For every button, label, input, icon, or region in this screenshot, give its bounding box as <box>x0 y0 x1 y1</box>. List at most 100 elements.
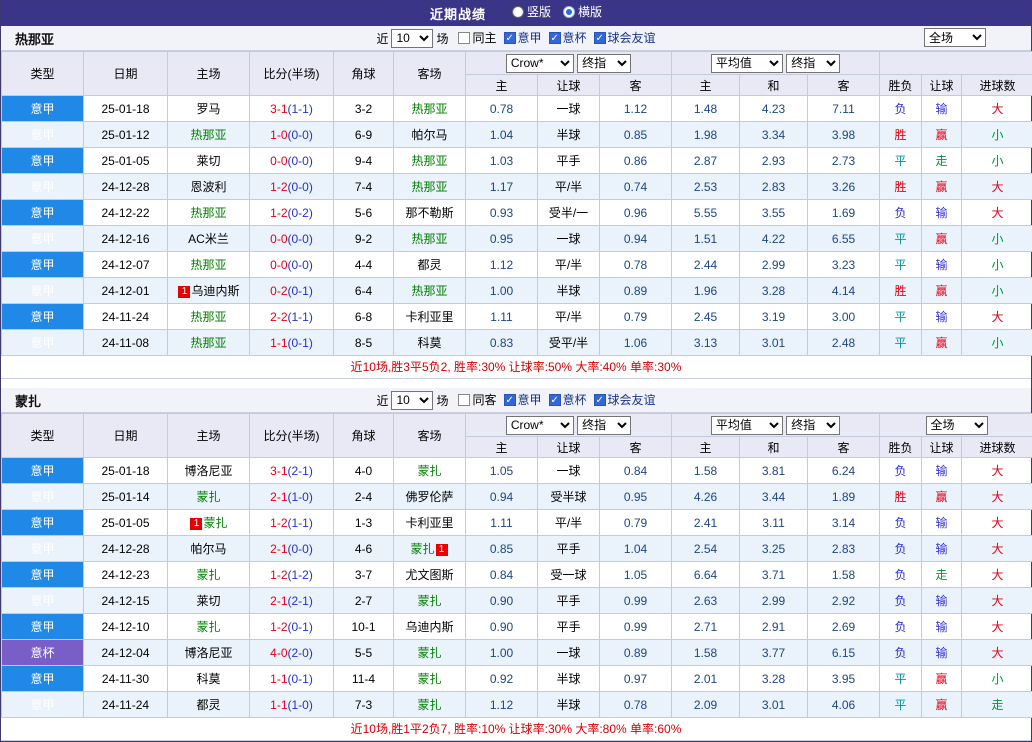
team-name-link[interactable]: 蒙扎 <box>196 490 220 504</box>
date-cell: 24-12-28 <box>84 174 168 200</box>
filter-checkbox-2[interactable]: 意杯 <box>549 391 587 408</box>
filter-checkbox-1[interactable]: 意甲 <box>504 391 542 408</box>
team-name-link[interactable]: 热那亚 <box>190 206 226 220</box>
avg-draw-cell: 3.71 <box>740 562 808 588</box>
radio-label: 竖版 <box>527 3 551 20</box>
team-name-link[interactable]: 蒙扎 <box>196 620 220 634</box>
team-name-link[interactable]: 莱切 <box>196 594 220 608</box>
average-index-select[interactable]: 终指 <box>786 416 840 435</box>
team-name-link[interactable]: 尤文图斯 <box>405 568 453 582</box>
average-select[interactable]: 平均值 <box>711 416 783 435</box>
team-name-link[interactable]: 热那亚 <box>411 154 447 168</box>
team-name-link[interactable]: 帕尔马 <box>190 542 226 556</box>
team-name-link[interactable]: 卡利亚里 <box>405 310 453 324</box>
filter-checkbox-0[interactable]: 同主 <box>458 29 496 46</box>
team-name-link[interactable]: 科莫 <box>417 336 441 350</box>
team-name-link[interactable]: 热那亚 <box>411 284 447 298</box>
scope-select[interactable]: 全场 <box>924 28 986 47</box>
league-type-cell: 意甲 <box>2 278 84 304</box>
team-name-link[interactable]: 博洛尼亚 <box>184 646 232 660</box>
col-odds-handicap: 让球 <box>538 437 600 458</box>
odds-handicap-cell: 平/半 <box>538 510 600 536</box>
company-select[interactable]: Crow* <box>506 416 574 435</box>
handicap-result-cell: 赢 <box>922 174 962 200</box>
fulltime-score: 2-1 <box>270 594 287 608</box>
team-name-link[interactable]: 乌迪内斯 <box>405 620 453 634</box>
goals-result-cell: 小 <box>962 226 1032 252</box>
team-name-link[interactable]: 蒙扎 <box>410 542 434 556</box>
layout-radio-1[interactable]: 横版 <box>563 3 602 20</box>
team-name-link[interactable]: 蒙扎 <box>417 464 441 478</box>
col-odds-handicap: 让球 <box>538 75 600 96</box>
team-name-link[interactable]: 热那亚 <box>190 258 226 272</box>
home-team-cell: 热那亚 <box>168 252 250 278</box>
filter-checkbox-3[interactable]: 球会友谊 <box>594 29 656 46</box>
team-title: 蒙扎 <box>15 391 41 410</box>
corners-cell: 7-4 <box>334 174 394 200</box>
result-cell: 胜 <box>880 122 922 148</box>
col-odds-away: 客 <box>600 75 672 96</box>
team-name-link[interactable]: 卡利亚里 <box>405 516 453 530</box>
company-select[interactable]: Crow* <box>506 54 574 73</box>
goals-result-cell: 大 <box>962 304 1032 330</box>
team-name-link[interactable]: 蒙扎 <box>417 672 441 686</box>
layout-radio-0[interactable]: 竖版 <box>512 3 551 20</box>
team-name-link[interactable]: 热那亚 <box>190 128 226 142</box>
home-team-cell: 科莫 <box>168 666 250 692</box>
company-index-select[interactable]: 终指 <box>577 416 631 435</box>
team-name-link[interactable]: AC米兰 <box>188 232 229 246</box>
filter-checkbox-0[interactable]: 同客 <box>458 391 496 408</box>
team-name-link[interactable]: 蒙扎 <box>417 646 441 660</box>
filter-checkbox-2[interactable]: 意杯 <box>549 29 587 46</box>
red-card-badge: 1 <box>436 544 448 556</box>
team-name-link[interactable]: 蒙扎 <box>196 568 220 582</box>
date-cell: 24-12-10 <box>84 614 168 640</box>
team-name-link[interactable]: 科莫 <box>196 672 220 686</box>
result-cell: 平 <box>880 666 922 692</box>
team-name-link[interactable]: 博洛尼亚 <box>184 464 232 478</box>
date-cell: 25-01-18 <box>84 96 168 122</box>
checkbox-icon <box>594 32 606 44</box>
team-name-link[interactable]: 热那亚 <box>190 336 226 350</box>
team-name-link[interactable]: 热那亚 <box>411 232 447 246</box>
recent-count-select[interactable]: 10 <box>391 391 433 410</box>
team-name-link[interactable]: 热那亚 <box>411 180 447 194</box>
team-name-link[interactable]: 佛罗伦萨 <box>405 490 453 504</box>
fulltime-score: 1-2 <box>270 180 287 194</box>
fulltime-score: 1-1 <box>270 336 287 350</box>
team-name-link[interactable]: 那不勒斯 <box>405 206 453 220</box>
avg-away-cell: 2.83 <box>808 536 880 562</box>
team-name-link[interactable]: 恩波利 <box>190 180 226 194</box>
team-name-link[interactable]: 蒙扎 <box>417 594 441 608</box>
team-name-link[interactable]: 乌迪内斯 <box>191 284 239 298</box>
score-cell: 1-2(0-0) <box>250 174 334 200</box>
team-name-link[interactable]: 莱切 <box>196 154 220 168</box>
team-name-link[interactable]: 都灵 <box>417 258 441 272</box>
average-index-select[interactable]: 终指 <box>786 54 840 73</box>
recent-count-select[interactable]: 10 <box>391 29 433 48</box>
company-index-select[interactable]: 终指 <box>577 54 631 73</box>
filter-checkbox-3[interactable]: 球会友谊 <box>594 391 656 408</box>
goals-result-cell: 小 <box>962 278 1032 304</box>
fulltime-score: 1-1 <box>270 698 287 712</box>
odds-handicap-cell: 一球 <box>538 96 600 122</box>
goals-result-cell: 大 <box>962 536 1032 562</box>
team-name-link[interactable]: 热那亚 <box>411 102 447 116</box>
home-team-cell: 蒙扎 <box>168 614 250 640</box>
odds-away-cell: 0.78 <box>600 252 672 278</box>
league-type-cell: 意甲 <box>2 304 84 330</box>
match-row: 意甲24-12-16AC米兰0-0(0-0)9-2热那亚0.95一球0.941.… <box>2 226 1032 252</box>
team-name-link[interactable]: 都灵 <box>196 698 220 712</box>
odds-handicap-cell: 一球 <box>538 458 600 484</box>
average-select[interactable]: 平均值 <box>711 54 783 73</box>
filter-checkbox-1[interactable]: 意甲 <box>504 29 542 46</box>
scope-select[interactable]: 全场 <box>926 416 988 435</box>
team-name-link[interactable]: 热那亚 <box>190 310 226 324</box>
team-name-link[interactable]: 蒙扎 <box>203 516 227 530</box>
score-cell: 0-0(0-0) <box>250 148 334 174</box>
corners-cell: 11-4 <box>334 666 394 692</box>
team-name-link[interactable]: 蒙扎 <box>417 698 441 712</box>
score-cell: 0-0(0-0) <box>250 226 334 252</box>
team-name-link[interactable]: 帕尔马 <box>411 128 447 142</box>
team-name-link[interactable]: 罗马 <box>196 102 220 116</box>
